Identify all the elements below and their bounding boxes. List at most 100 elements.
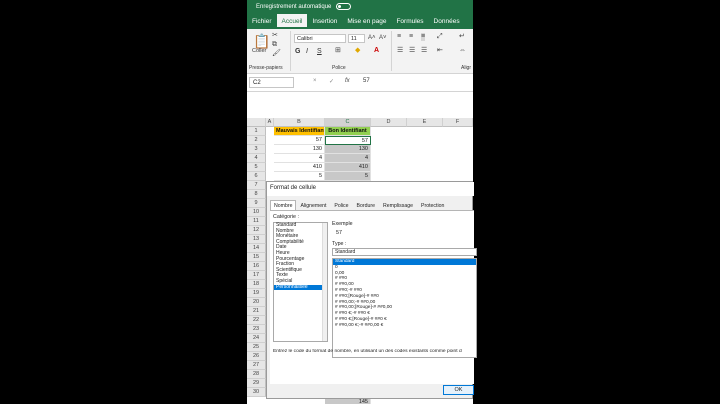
row-header[interactable]: 4 [247,154,266,163]
row-header[interactable]: 10 [247,208,266,217]
column-header-f[interactable]: F [443,118,473,127]
category-item-selected[interactable]: Personnalisée [274,284,327,291]
dialog-tab-police[interactable]: Police [330,200,352,210]
row-header[interactable]: 15 [247,253,266,262]
tab-insertion[interactable]: Insertion [307,14,342,29]
copy-icon[interactable]: ⧉ [272,41,277,49]
cell-c3[interactable]: 130 [325,145,371,154]
row-header[interactable]: 24 [247,334,266,343]
cell-c6[interactable]: 5 [325,172,371,181]
row-header[interactable]: 13 [247,235,266,244]
merge-icon[interactable]: ⇔ [459,47,466,55]
row-header[interactable]: 27 [247,361,266,370]
row-header[interactable]: 25 [247,343,266,352]
autosave-toggle[interactable] [336,3,352,10]
row-header[interactable]: 12 [247,226,266,235]
fx-icon[interactable]: fx [345,78,350,84]
tab-fichier[interactable]: Fichier [247,14,277,29]
cell-c4[interactable]: 4 [325,154,371,163]
row-header[interactable]: 19 [247,289,266,298]
row-header[interactable]: 26 [247,352,266,361]
align-middle-icon[interactable]: ≡ [409,33,413,41]
paste-icon[interactable]: 📋 [253,33,270,49]
align-right-icon[interactable]: ☰ [421,47,427,55]
cancel-icon[interactable]: × [313,78,317,84]
ok-button[interactable]: OK [443,385,474,395]
cut-icon[interactable]: ✂ [272,32,278,40]
row-header[interactable]: 29 [247,379,266,388]
tab-mise-en-page[interactable]: Mise en page [342,14,391,29]
font-color-icon[interactable]: A [374,47,379,55]
align-bottom-icon[interactable]: ≡ [421,33,426,41]
cell-c5[interactable]: 410 [325,163,371,172]
row-header[interactable]: 9 [247,199,266,208]
group-align-label: Aligr [461,65,472,71]
dialog-tab-bordure[interactable]: Bordure [353,200,379,210]
tab-donnees[interactable]: Données [429,14,465,29]
header-mauvais-identifiant[interactable]: Mauvais Identifiant [274,127,325,136]
row-header[interactable]: 8 [247,190,266,199]
tab-formules[interactable]: Formules [391,14,428,29]
row-header[interactable]: 6 [247,172,266,181]
row-header[interactable]: 14 [247,244,266,253]
cell-b3[interactable]: 130 [274,145,325,154]
row-header[interactable]: 18 [247,280,266,289]
name-box[interactable]: C2 [249,77,294,88]
formula-input[interactable]: 57 [363,78,370,84]
column-header-a[interactable]: A [266,118,274,127]
dialog-tab-nombre[interactable]: Nombre [270,200,297,210]
column-header-b[interactable]: B [274,118,325,127]
row-header[interactable]: 28 [247,370,266,379]
row-header[interactable]: 30 [247,388,266,397]
header-bon-identifiant[interactable]: Bon Identifiant [325,127,371,136]
row-header[interactable]: 2 [247,136,266,145]
cell-b2[interactable]: 57 [274,136,325,145]
cell-b6[interactable]: 5 [274,172,325,181]
font-name-select[interactable]: Calibri [294,34,346,43]
dialog-tab-alignement[interactable]: Alignement [296,200,330,210]
select-all-corner[interactable] [247,118,266,127]
category-list[interactable]: Standard Nombre Monétaire Comptabilité D… [273,222,328,342]
type-input[interactable]: Standard [332,248,477,256]
format-list[interactable]: Standard 0 0,00 # ##0 # ##0,00 # ##0;-# … [332,258,477,358]
row-header[interactable]: 7 [247,181,266,190]
italic-button[interactable]: I [306,48,308,55]
column-header-e[interactable]: E [407,118,443,127]
dialog-tab-remplissage[interactable]: Remplissage [379,200,417,210]
dialog-tab-protection[interactable]: Protection [417,200,448,210]
wrap-text-icon[interactable]: ↵ [459,33,465,41]
row-header[interactable]: 20 [247,298,266,307]
row-header[interactable]: 11 [247,217,266,226]
borders-icon[interactable]: ⊞ [335,47,341,55]
indent-icon[interactable]: ⇤ [437,47,443,55]
cell-c2[interactable]: 57 [325,136,371,145]
row-header[interactable]: 16 [247,262,266,271]
bold-button[interactable]: G [295,48,300,55]
shrink-font-icon[interactable]: A˅ [379,34,387,42]
column-header-d[interactable]: D [371,118,407,127]
align-left-icon[interactable]: ☰ [397,47,403,55]
grow-font-icon[interactable]: A˄ [368,34,376,42]
column-header-c[interactable]: C [325,118,371,127]
tab-accueil[interactable]: Accueil [276,14,308,29]
row-header[interactable]: 17 [247,271,266,280]
format-painter-icon[interactable]: 🖌 [272,50,281,58]
row-header[interactable]: 21 [247,307,266,316]
font-size-select[interactable]: 11 [348,34,365,43]
underline-button[interactable]: S [317,48,322,55]
format-item[interactable]: # ##0,00 €;-# ##0,00 € [333,323,476,329]
row-header[interactable]: 5 [247,163,266,172]
paste-label[interactable]: Coller [252,48,266,54]
cell-b4[interactable]: 4 [274,154,325,163]
align-top-icon[interactable]: ≡ [397,33,401,41]
category-scrollbar[interactable] [322,223,327,341]
row-header[interactable]: 23 [247,325,266,334]
orientation-icon[interactable]: ⤢ [437,33,443,41]
row-header[interactable]: 22 [247,316,266,325]
row-header[interactable]: 3 [247,145,266,154]
confirm-icon[interactable]: ✓ [329,78,334,85]
align-center-icon[interactable]: ☰ [409,47,415,55]
cell-b5[interactable]: 410 [274,163,325,172]
fill-color-icon[interactable]: ◆ [355,47,360,55]
row-header[interactable]: 1 [247,127,266,136]
